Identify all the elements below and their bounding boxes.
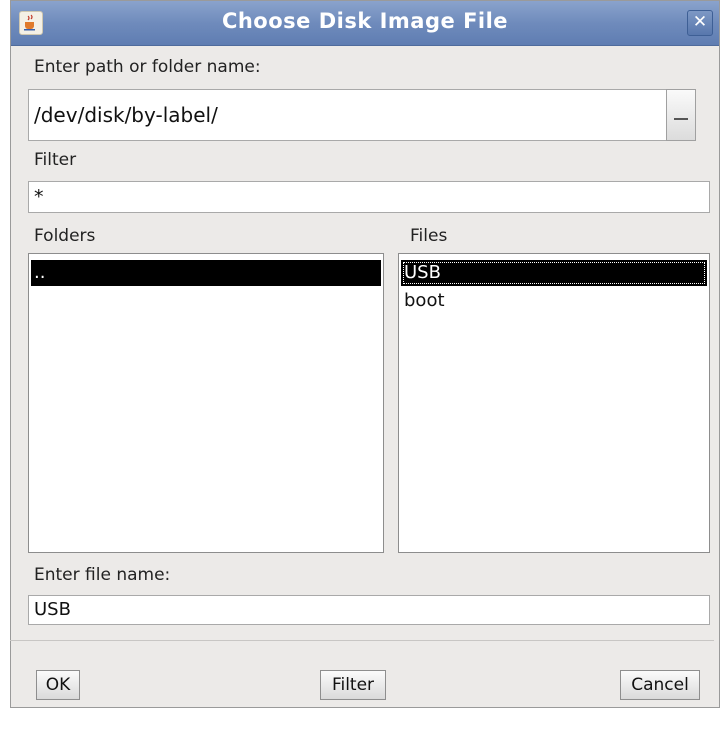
- filter-input[interactable]: *: [28, 181, 710, 213]
- filter-button[interactable]: Filter: [320, 670, 386, 700]
- folder-item[interactable]: ..: [31, 260, 381, 286]
- file-item-usb[interactable]: USB: [401, 260, 707, 286]
- button-separator: [10, 640, 714, 641]
- window-title: Choose Disk Image File: [221, 9, 509, 33]
- path-label: Enter path or folder name:: [34, 57, 261, 77]
- browse-icon[interactable]: [666, 89, 696, 141]
- filename-label: Enter file name:: [34, 565, 171, 585]
- file-item-boot[interactable]: boot: [401, 288, 707, 314]
- ok-button[interactable]: OK: [36, 670, 80, 700]
- close-icon[interactable]: ✕: [687, 10, 713, 36]
- cancel-button[interactable]: Cancel: [620, 670, 700, 700]
- title-bar[interactable]: Choose Disk Image File ✕: [11, 1, 719, 46]
- filename-input[interactable]: USB: [28, 595, 710, 625]
- folders-label: Folders: [34, 226, 96, 246]
- files-label: Files: [410, 226, 448, 246]
- files-list[interactable]: USB boot: [398, 253, 710, 553]
- filter-label: Filter: [34, 150, 77, 170]
- path-input[interactable]: /dev/disk/by-label/: [28, 89, 670, 141]
- folders-list[interactable]: ..: [28, 253, 384, 553]
